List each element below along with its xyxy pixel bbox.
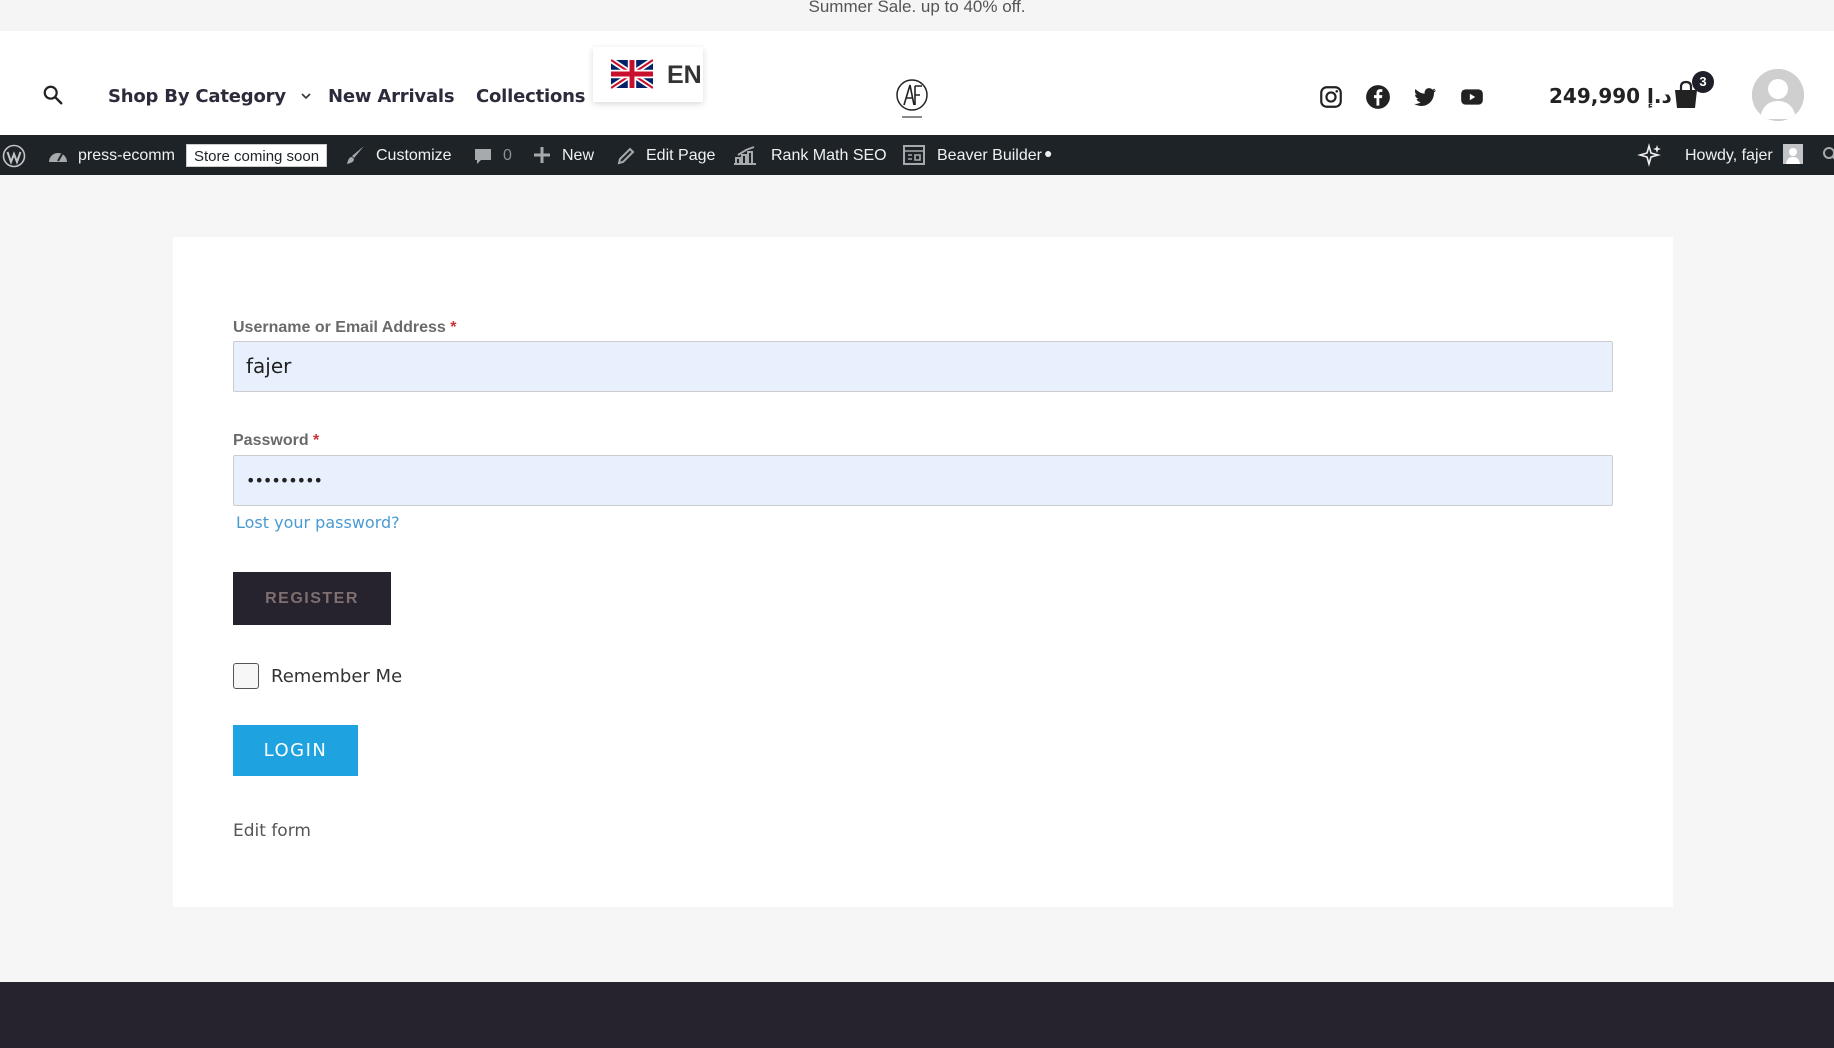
- password-label: Password *: [233, 432, 319, 450]
- password-label-text: Password: [233, 432, 309, 449]
- edit-form-link[interactable]: Edit form: [233, 821, 311, 841]
- register-button[interactable]: REGISTER: [233, 572, 391, 625]
- store-status-badge[interactable]: Store coming soon: [186, 144, 328, 167]
- nav-label: Shop By Category: [108, 86, 286, 107]
- required-mark: *: [313, 432, 320, 449]
- status-dot-icon: ●: [1044, 145, 1053, 161]
- twitter-icon[interactable]: [1412, 84, 1438, 110]
- login-button[interactable]: LOGIN: [233, 725, 358, 776]
- username-label-text: Username or Email Address: [233, 319, 446, 336]
- language-code: EN: [667, 61, 702, 89]
- username-label: Username or Email Address *: [233, 319, 457, 337]
- plus-icon: [534, 147, 550, 163]
- cart-count-badge: 3: [1692, 71, 1714, 93]
- remember-me-checkbox[interactable]: [233, 663, 259, 689]
- username-field[interactable]: fajer: [233, 341, 1613, 392]
- beaver-builder-icon: [903, 145, 925, 165]
- nav-new-arrivals[interactable]: New Arrivals: [328, 86, 455, 107]
- admin-bar-new[interactable]: New: [562, 147, 594, 165]
- af-creative-logo-icon[interactable]: [895, 78, 929, 122]
- password-field[interactable]: •••••••••: [233, 455, 1613, 506]
- dashboard-gauge-icon: [49, 153, 67, 162]
- promo-banner: Summer Sale. up to 40% off.: [0, 0, 1834, 31]
- admin-bar-comments-count[interactable]: 0: [503, 147, 512, 165]
- chevron-down-icon: [301, 93, 311, 100]
- admin-avatar-icon[interactable]: [1783, 144, 1803, 164]
- rank-math-icon: [734, 146, 756, 165]
- uk-flag-icon: [611, 59, 653, 89]
- cart-total-price[interactable]: د.إ 249,990: [1549, 84, 1672, 108]
- youtube-icon[interactable]: [1459, 84, 1485, 110]
- login-card: [173, 237, 1673, 907]
- nav-collections[interactable]: Collections: [476, 86, 585, 107]
- nav-shop-by-category[interactable]: Shop By Category: [108, 86, 312, 107]
- admin-search-icon[interactable]: [1822, 146, 1834, 164]
- admin-bar-howdy[interactable]: Howdy, fajer: [1685, 147, 1773, 165]
- admin-bar-edit-page[interactable]: Edit Page: [646, 147, 715, 165]
- required-mark: *: [450, 319, 457, 336]
- paintbrush-icon: [347, 146, 364, 164]
- wp-admin-bar: press-ecomm Store coming soon Customize …: [0, 135, 1834, 175]
- admin-bar-site-name[interactable]: press-ecomm: [78, 147, 175, 165]
- site-footer: [0, 982, 1834, 1048]
- lost-password-link[interactable]: Lost your password?: [236, 513, 400, 532]
- language-switcher[interactable]: EN: [593, 47, 703, 102]
- search-icon[interactable]: [42, 84, 64, 106]
- admin-bar-customize[interactable]: Customize: [376, 147, 452, 165]
- instagram-icon[interactable]: [1318, 84, 1344, 110]
- admin-bar-rank-math-seo[interactable]: Rank Math SEO: [771, 147, 887, 165]
- pencil-icon: [617, 147, 635, 165]
- promo-text: Summer Sale. up to 40% off.: [808, 0, 1026, 16]
- wordpress-logo-icon[interactable]: [2, 144, 26, 168]
- remember-me-label[interactable]: Remember Me: [271, 666, 402, 687]
- sparkle-ai-icon[interactable]: [1637, 143, 1663, 169]
- user-avatar-icon[interactable]: [1752, 69, 1804, 121]
- facebook-icon[interactable]: [1365, 84, 1391, 110]
- admin-bar-beaver-builder[interactable]: Beaver Builder: [937, 147, 1042, 165]
- comment-bubble-icon: [475, 149, 491, 164]
